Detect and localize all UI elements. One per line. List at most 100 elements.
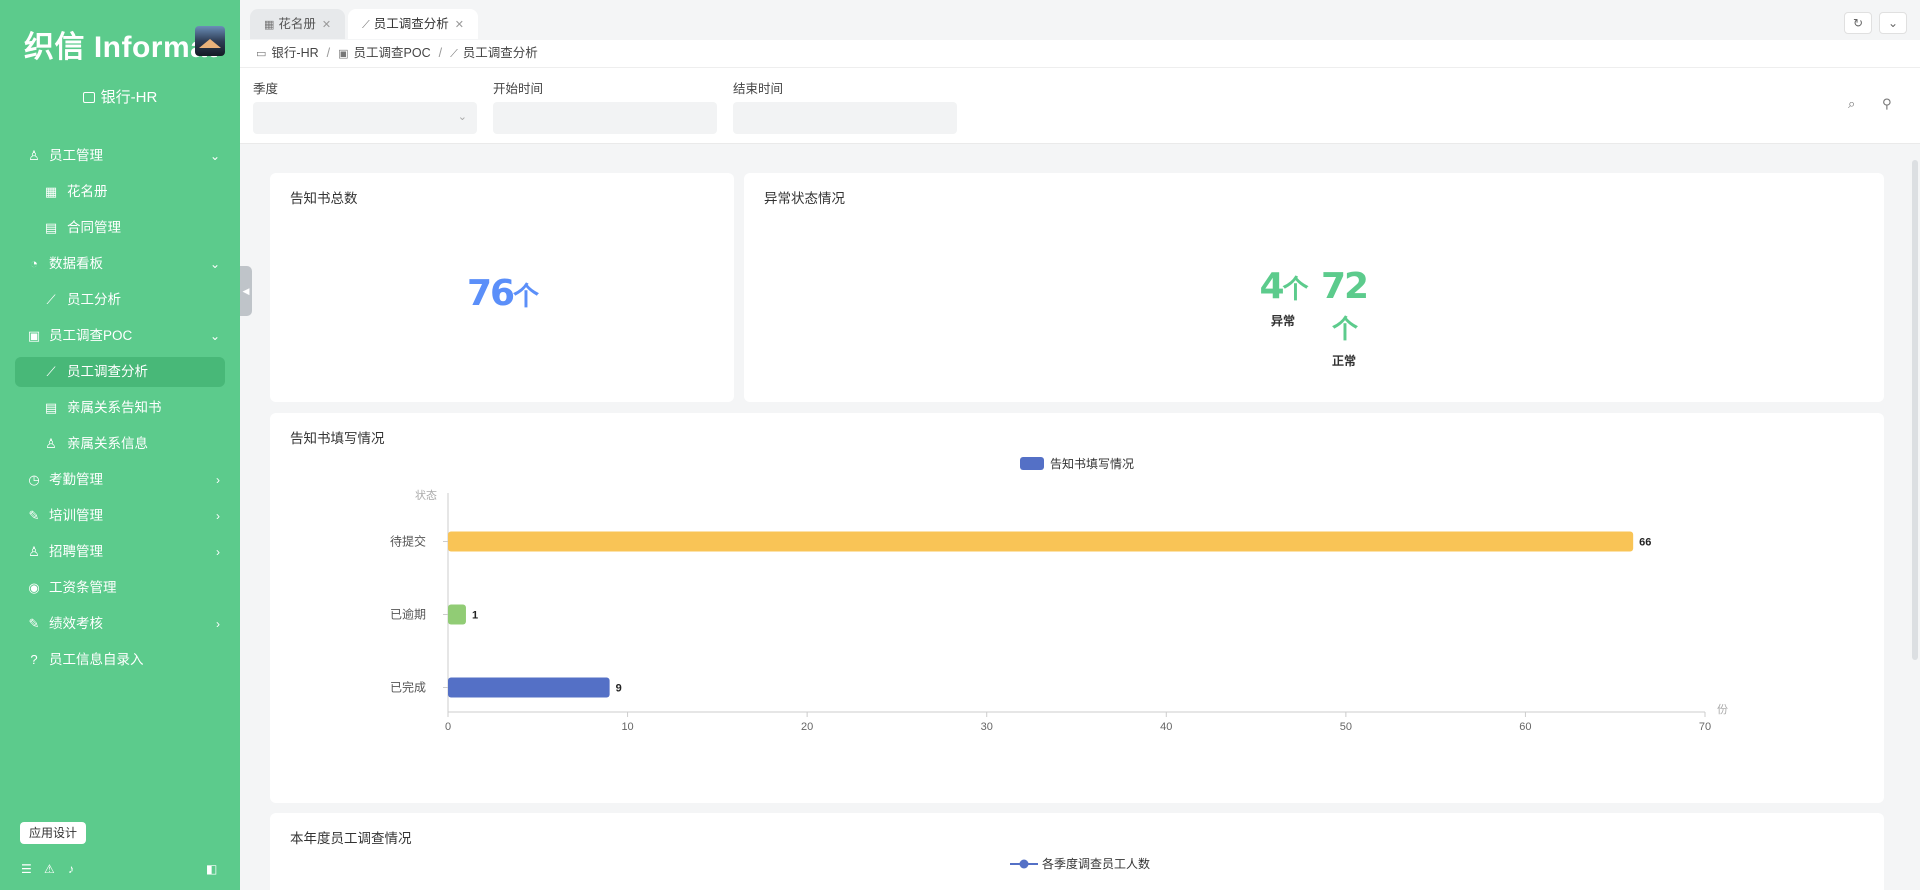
fill-status-chart: 告知书填写情况状态份 0 10 20 30 40 50 60 70 待提交 66 已逾期 1 已完成 9 [390,457,1728,733]
y-axis-label: 状态 [415,488,437,502]
category-label: 已逾期 [390,607,426,622]
sidebar-item[interactable]: ◉ 工资条管理 [0,570,240,606]
abnormal-label: 异常 [1270,314,1295,328]
legend-label: 告知书填写情况 [1050,457,1134,471]
data-label: 1 [472,610,478,622]
x-tick-label: 0 [445,721,451,733]
app-name[interactable]: 银行-HR [0,86,240,107]
card-title: 异常状态情况 [764,191,845,206]
breadcrumb-item[interactable]: 银行-HR [271,46,318,60]
card-title: 本年度员工调查情况 [290,831,412,846]
yearly-legend-label: 各季度调查员工人数 [1042,857,1151,871]
warning-icon[interactable]: ⚠ [44,862,55,876]
legend-swatch [1020,457,1044,470]
start-time-input[interactable] [493,102,717,134]
yearly-legend[interactable]: 各季度调查员工人数 [1010,855,1150,872]
abnormal-stat: 4个 异常 [1256,267,1310,329]
sidebar-collapse-handle[interactable]: ◀ [240,266,252,316]
end-time-input[interactable] [733,102,957,134]
contact-card-icon: ▣ [27,328,41,343]
total-number: 76 [466,273,515,314]
pencil-icon: ✎ [28,616,40,631]
normal-value: 72 [1320,266,1369,307]
clock-icon: ◷ [28,472,40,487]
users-icon: ♙ [45,436,57,451]
breadcrumb-item: 员工调查分析 [462,46,538,60]
tab-roster[interactable]: ▦ 花名册 ✕ [250,9,346,39]
table-icon: ▦ [44,184,58,199]
close-icon[interactable]: ✕ [322,19,331,31]
category-label: 待提交 [390,534,426,549]
sidebar-toggle-icon[interactable]: ◧ [206,862,217,876]
list-icon[interactable]: ☰ [21,862,32,876]
sidebar: 织信 Informat 银行-HR ♙ 员工管理 ⌄ ▦ 花名册 ▤ 合同管理 ◔ 数据看板 ⌄ ⟋… [0,0,240,890]
help-circle-icon: ? [30,652,38,667]
sidebar-item-label: 数据看板 [49,256,103,271]
bar [448,604,466,625]
sidebar-item[interactable]: ? 员工信息自录入 [0,642,240,678]
sidebar-item[interactable]: ◔ 数据看板 ⌄ [0,246,240,282]
sidebar-item[interactable]: ♙ 招聘管理 › [0,534,240,570]
filter-bar: 季度 ⌄ 开始时间 结束时间 ⌕ ⚲ [240,68,1920,144]
tab-menu-button[interactable]: ⌄ [1879,12,1907,34]
clear-filter-icon[interactable]: ⚲ [1882,96,1892,112]
total-notices-card: 告知书总数 76个 [270,173,734,402]
close-icon[interactable]: ✕ [455,19,464,31]
yearly-survey-card: 本年度员工调查情况 各季度调查员工人数 [270,813,1884,890]
sidebar-item[interactable]: ⟋ 员工调查分析 [0,354,240,390]
app-icon: ▭ [256,48,267,60]
chevron-right-icon: › [216,617,220,631]
data-label: 9 [616,683,622,695]
end-time-label: 结束时间 [733,82,784,96]
abnormal-status-card: 异常状态情况 4个 异常 72个 正常 [744,173,1884,402]
sidebar-item[interactable]: ✎ 绩效考核 › [0,606,240,642]
scrollbar-thumb[interactable] [1912,160,1918,660]
sidebar-item-label: 培训管理 [49,508,103,523]
app-design-button[interactable]: 应用设计 [20,822,87,844]
chevron-down-icon: ⌄ [457,111,467,123]
line-chart-icon: ⟋ [46,292,56,307]
quarter-select[interactable]: ⌄ [253,102,477,134]
contact-card-icon: ▣ [338,48,349,60]
user-icon: ♙ [28,148,40,163]
search-icon[interactable]: ⌕ [1848,96,1855,112]
sidebar-item[interactable]: ▦ 花名册 [0,174,240,210]
sidebar-item[interactable]: ⟋ 员工分析 [0,282,240,318]
chevron-right-icon: › [216,545,220,559]
chevron-down-icon: ⌄ [1887,16,1899,30]
page-scrollbar[interactable] [1910,144,1920,890]
abnormal-value: 4 [1259,266,1284,307]
table-icon: ▦ [264,19,275,31]
sidebar-item-label: 考勤管理 [49,472,103,487]
sidebar-item-label: 招聘管理 [49,544,103,559]
sidebar-item[interactable]: ✎ 培训管理 › [0,498,240,534]
x-tick-label: 20 [801,721,813,733]
app-name-label: 银行-HR [100,89,158,106]
user-avatar[interactable] [195,26,225,56]
tab-survey-analysis[interactable]: ⟋ 员工调查分析 ✕ [348,9,478,39]
card-title: 告知书总数 [290,191,358,206]
x-axis-label: 份 [1717,703,1728,716]
sidebar-item[interactable]: ◷ 考勤管理 › [0,462,240,498]
sidebar-item-label: 员工调查POC [49,328,133,343]
app-icon [82,92,95,103]
breadcrumb-item[interactable]: 员工调查POC [354,46,431,60]
chevron-right-icon: › [216,509,220,523]
category-label: 已完成 [390,680,426,695]
sidebar-item[interactable]: ▣ 员工调查POC ⌄ [0,318,240,354]
refresh-button[interactable]: ↻ [1844,12,1872,34]
normal-stat: 72 个 正常 [1314,267,1374,369]
tab-bar: ▦ 花名册 ✕ ⟋ 员工调查分析 ✕ ↻ ⌄ [240,0,1920,40]
sidebar-item[interactable]: ♙ 员工管理 ⌄ [0,138,240,174]
document-icon: ▤ [44,400,58,415]
total-value: 76个 [270,273,734,314]
total-unit: 个 [513,282,539,312]
document-icon: ▤ [44,220,58,235]
pie-chart-icon: ◔ [30,256,38,271]
sidebar-item[interactable]: ♙ 亲属关系信息 [0,426,240,462]
notice-fill-card: 告知书填写情况 告知书填写情况 状态份 0 10 20 30 40 50 60 70 待提交 66 已逾… [270,413,1884,803]
sidebar-item[interactable]: ▤ 合同管理 [0,210,240,246]
bell-icon[interactable]: ♪ [68,862,74,876]
sidebar-item[interactable]: ▤ 亲属关系告知书 [0,390,240,426]
user-list-icon: ♙ [28,544,40,559]
